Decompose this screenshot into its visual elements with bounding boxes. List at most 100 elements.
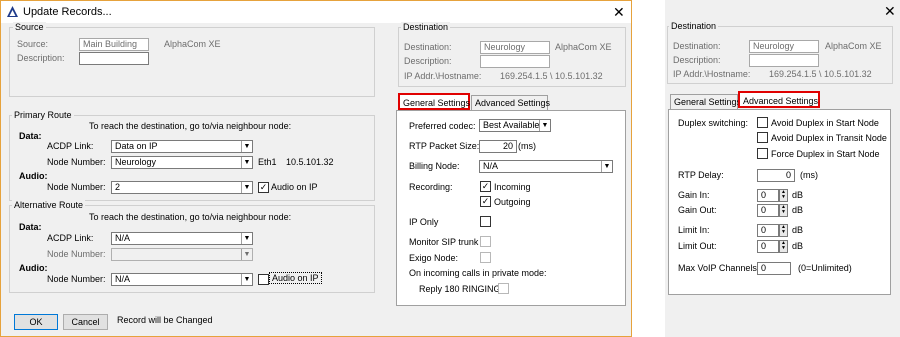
limit-out-unit: dB: [792, 241, 804, 251]
recording-incoming-label: Incoming: [494, 182, 531, 192]
gain-in-label: Gain In:: [678, 190, 710, 200]
destination-group-label: Destination: [401, 22, 451, 32]
avoid-duplex-transit-label: Avoid Duplex in Transit Node: [771, 133, 887, 143]
spin-down-icon[interactable]: ▼: [780, 195, 787, 200]
ip-only-checkbox[interactable]: [480, 216, 491, 227]
destination-description-field[interactable]: [749, 54, 819, 67]
avoid-duplex-start-label: Avoid Duplex in Start Node: [771, 118, 879, 128]
primary-audio-label: Audio:: [19, 171, 48, 181]
recording-incoming-checkbox[interactable]: ✓: [480, 181, 491, 192]
recording-outgoing-checkbox[interactable]: ✓: [480, 196, 491, 207]
source-label: Source:: [17, 39, 49, 49]
rtp-packet-size-label: RTP Packet Size:: [409, 141, 480, 151]
limit-in-unit: dB: [792, 225, 804, 235]
billing-node-label: Billing Node:: [409, 161, 460, 171]
chevron-down-icon[interactable]: ▼: [539, 120, 550, 131]
chevron-down-icon[interactable]: ▼: [241, 157, 252, 168]
limit-in-stepper[interactable]: ▲ ▼: [779, 224, 788, 237]
tab-advanced-settings[interactable]: Advanced Settings: [738, 91, 820, 108]
max-voip-channels-field[interactable]: 0: [757, 262, 791, 275]
close-icon[interactable]: ✕: [613, 5, 625, 19]
gain-in-unit: dB: [792, 190, 804, 200]
spin-down-icon[interactable]: ▼: [780, 210, 787, 215]
avoid-duplex-transit-checkbox[interactable]: [757, 132, 768, 143]
alt-node-dropdown[interactable]: ▼: [111, 248, 253, 261]
primary-audio-on-ip-label: Audio on IP: [271, 182, 318, 192]
spin-down-icon[interactable]: ▼: [780, 246, 787, 251]
alt-audio-on-ip-checkbox[interactable]: [258, 274, 269, 285]
chevron-down-icon[interactable]: ▼: [241, 233, 252, 244]
ok-button[interactable]: OK: [14, 314, 58, 330]
gain-in-stepper[interactable]: ▲ ▼: [779, 189, 788, 202]
cancel-button[interactable]: Cancel: [63, 314, 108, 330]
ip-hostname-label: IP Addr.\Hostname:: [673, 69, 751, 79]
source-field[interactable]: Main Building: [79, 38, 149, 51]
close-icon[interactable]: ✕: [884, 4, 896, 18]
rtp-delay-field[interactable]: 0: [757, 169, 795, 182]
source-description-label: Description:: [17, 53, 65, 63]
destination-label: Destination:: [404, 42, 452, 52]
tab-advanced-settings[interactable]: Advanced Settings: [471, 95, 550, 110]
gain-in-field[interactable]: 0: [757, 189, 779, 202]
preferred-codec-dropdown[interactable]: Best Available ▼: [479, 119, 551, 132]
alt-audio-label: Audio:: [19, 263, 48, 273]
force-duplex-start-label: Force Duplex in Start Node: [771, 149, 880, 159]
primary-audio-on-ip-checkbox[interactable]: ✓: [258, 182, 269, 193]
primary-route-instruction: To reach the destination, go to/via neig…: [89, 121, 292, 131]
rtp-packet-size-unit: (ms): [518, 141, 536, 151]
monitor-sip-trunk-checkbox[interactable]: [480, 236, 491, 247]
primary-node-dropdown[interactable]: Neurology ▼: [111, 156, 253, 169]
destination-field[interactable]: Neurology: [749, 40, 819, 53]
alt-route-instruction: To reach the destination, go to/via neig…: [89, 212, 292, 222]
force-duplex-start-checkbox[interactable]: [757, 148, 768, 159]
alt-audio-node-dropdown[interactable]: N/A ▼: [111, 273, 253, 286]
limit-out-stepper[interactable]: ▲ ▼: [779, 240, 788, 253]
ip-hostname-value: 169.254.1.5 \ 10.5.101.32: [769, 69, 872, 79]
tab-general-settings[interactable]: General Settings: [670, 94, 741, 109]
chevron-down-icon[interactable]: ▼: [241, 274, 252, 285]
chevron-down-icon[interactable]: ▼: [241, 141, 252, 152]
billing-node-dropdown[interactable]: N/A ▼: [479, 160, 613, 173]
alt-acdp-label: ACDP Link:: [47, 233, 94, 243]
incoming-private-mode-label: On incoming calls in private mode:: [409, 268, 547, 278]
avoid-duplex-start-checkbox[interactable]: [757, 117, 768, 128]
destination-description-label: Description:: [404, 56, 452, 66]
primary-audio-node-dropdown[interactable]: 2 ▼: [111, 181, 253, 194]
primary-acdp-dropdown[interactable]: Data on IP ▼: [111, 140, 253, 153]
alt-acdp-dropdown[interactable]: N/A ▼: [111, 232, 253, 245]
chevron-down-icon[interactable]: ▼: [241, 249, 252, 260]
source-group-label: Source: [13, 22, 46, 32]
destination-field[interactable]: Neurology: [480, 41, 550, 54]
gain-out-stepper[interactable]: ▲ ▼: [779, 204, 788, 217]
recording-outgoing-label: Outgoing: [494, 197, 531, 207]
duplex-switching-label: Duplex switching:: [678, 118, 749, 128]
limit-in-field[interactable]: 0: [757, 224, 779, 237]
destination-system-label: AlphaCom XE: [825, 41, 882, 51]
chevron-down-icon[interactable]: ▼: [601, 161, 612, 172]
exigo-node-label: Exigo Node:: [409, 253, 459, 263]
tab-general-settings[interactable]: General Settings: [398, 93, 470, 110]
window-title: Update Records...: [23, 6, 112, 18]
rtp-delay-unit: (ms): [800, 170, 818, 180]
preferred-codec-label: Preferred codec:: [409, 121, 476, 131]
destination-description-label: Description:: [673, 55, 721, 65]
reply-180-ringing-checkbox[interactable]: [498, 283, 509, 294]
rtp-packet-size-field[interactable]: 20: [479, 140, 517, 153]
gain-out-field[interactable]: 0: [757, 204, 779, 217]
ip-hostname-value: 169.254.1.5 \ 10.5.101.32: [500, 71, 603, 81]
destination-system-label: AlphaCom XE: [555, 42, 612, 52]
app-logo-icon: [7, 6, 18, 17]
max-voip-channels-label: Max VoIP Channels:: [678, 263, 760, 273]
limit-out-field[interactable]: 0: [757, 240, 779, 253]
destination-description-field[interactable]: [480, 55, 550, 68]
advanced-settings-view: ✕ Destination Destination: Neurology Alp…: [665, 0, 900, 337]
status-text: Record will be Changed: [117, 315, 213, 325]
gain-out-label: Gain Out:: [678, 205, 717, 215]
chevron-down-icon[interactable]: ▼: [241, 182, 252, 193]
recording-label: Recording:: [409, 182, 453, 192]
monitor-sip-trunk-label: Monitor SIP trunk: [409, 237, 479, 247]
spin-down-icon[interactable]: ▼: [780, 230, 787, 235]
ip-only-label: IP Only: [409, 217, 439, 227]
source-description-field[interactable]: [79, 52, 149, 65]
exigo-node-checkbox[interactable]: [480, 252, 491, 263]
